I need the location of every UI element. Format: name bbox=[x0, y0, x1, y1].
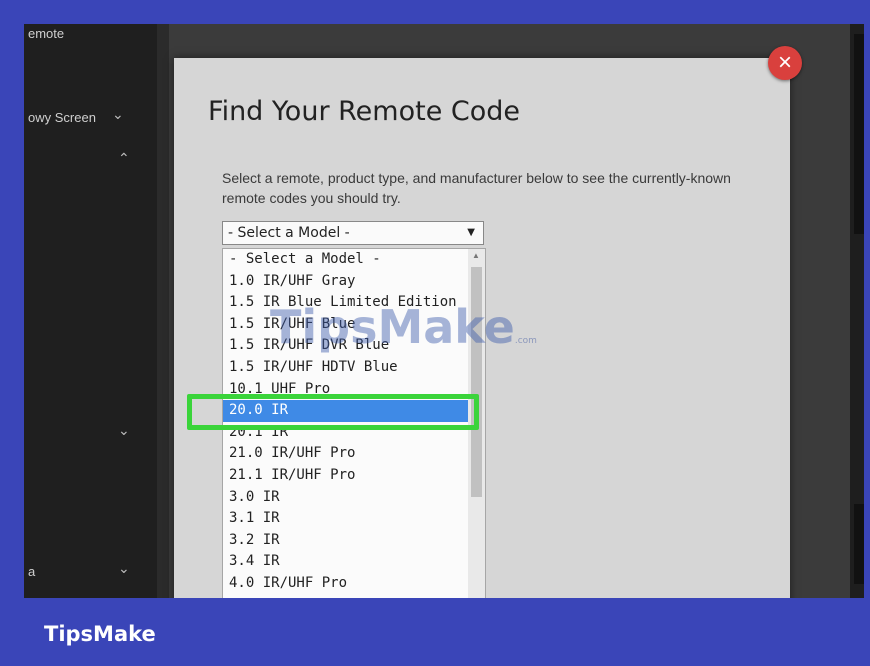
model-option[interactable]: 3.4 IR bbox=[223, 551, 469, 573]
image-frame: emote owy Screen ⌄ ⌃ ⌄ a ⌄ Find Your Rem… bbox=[0, 0, 870, 666]
model-option[interactable]: 4.0 IR/UHF Pro bbox=[223, 573, 469, 595]
model-option[interactable]: - Select a Model - bbox=[223, 249, 469, 271]
model-option[interactable]: 3.0 IR bbox=[223, 487, 469, 509]
brand-logo: TipsMake bbox=[44, 622, 156, 646]
chevron-down-icon[interactable]: ⌄ bbox=[118, 560, 130, 577]
highlight-box bbox=[187, 394, 479, 430]
watermark: TipsMake.com bbox=[270, 300, 537, 354]
sidebar-item-label[interactable]: emote bbox=[28, 26, 64, 41]
model-option[interactable]: 3.2 IR bbox=[223, 530, 469, 552]
divider bbox=[157, 24, 169, 598]
modal-title: Find Your Remote Code bbox=[208, 96, 521, 127]
footer-bar: TipsMake bbox=[0, 598, 870, 666]
watermark-text: TipsMake bbox=[270, 300, 515, 354]
model-option[interactable]: 1.5 IR/UHF HDTV Blue bbox=[223, 357, 469, 379]
scroll-up-icon[interactable]: ▲ bbox=[472, 251, 480, 260]
sidebar-item-label[interactable]: a bbox=[28, 564, 35, 579]
model-option[interactable]: 21.0 IR/UHF Pro bbox=[223, 443, 469, 465]
model-select[interactable]: - Select a Model - ▼ bbox=[222, 221, 484, 245]
chevron-down-icon[interactable]: ⌄ bbox=[112, 106, 124, 123]
page-edge bbox=[850, 24, 864, 598]
close-icon[interactable]: × bbox=[768, 46, 802, 80]
sidebar: emote owy Screen ⌄ ⌃ ⌄ a ⌄ bbox=[24, 24, 158, 598]
chevron-down-icon[interactable]: ⌄ bbox=[118, 422, 130, 439]
sidebar-item-label[interactable]: owy Screen bbox=[28, 110, 96, 125]
chevron-up-icon[interactable]: ⌃ bbox=[118, 150, 130, 167]
model-option[interactable]: 21.1 IR/UHF Pro bbox=[223, 465, 469, 487]
modal-description: Select a remote, product type, and manuf… bbox=[222, 170, 731, 206]
watermark-suffix: .com bbox=[514, 336, 537, 346]
model-select-value: - Select a Model - bbox=[228, 225, 350, 241]
model-option[interactable]: 3.1 IR bbox=[223, 508, 469, 530]
model-option[interactable]: 1.0 IR/UHF Gray bbox=[223, 271, 469, 293]
dropdown-arrow-icon[interactable]: ▼ bbox=[467, 222, 475, 244]
